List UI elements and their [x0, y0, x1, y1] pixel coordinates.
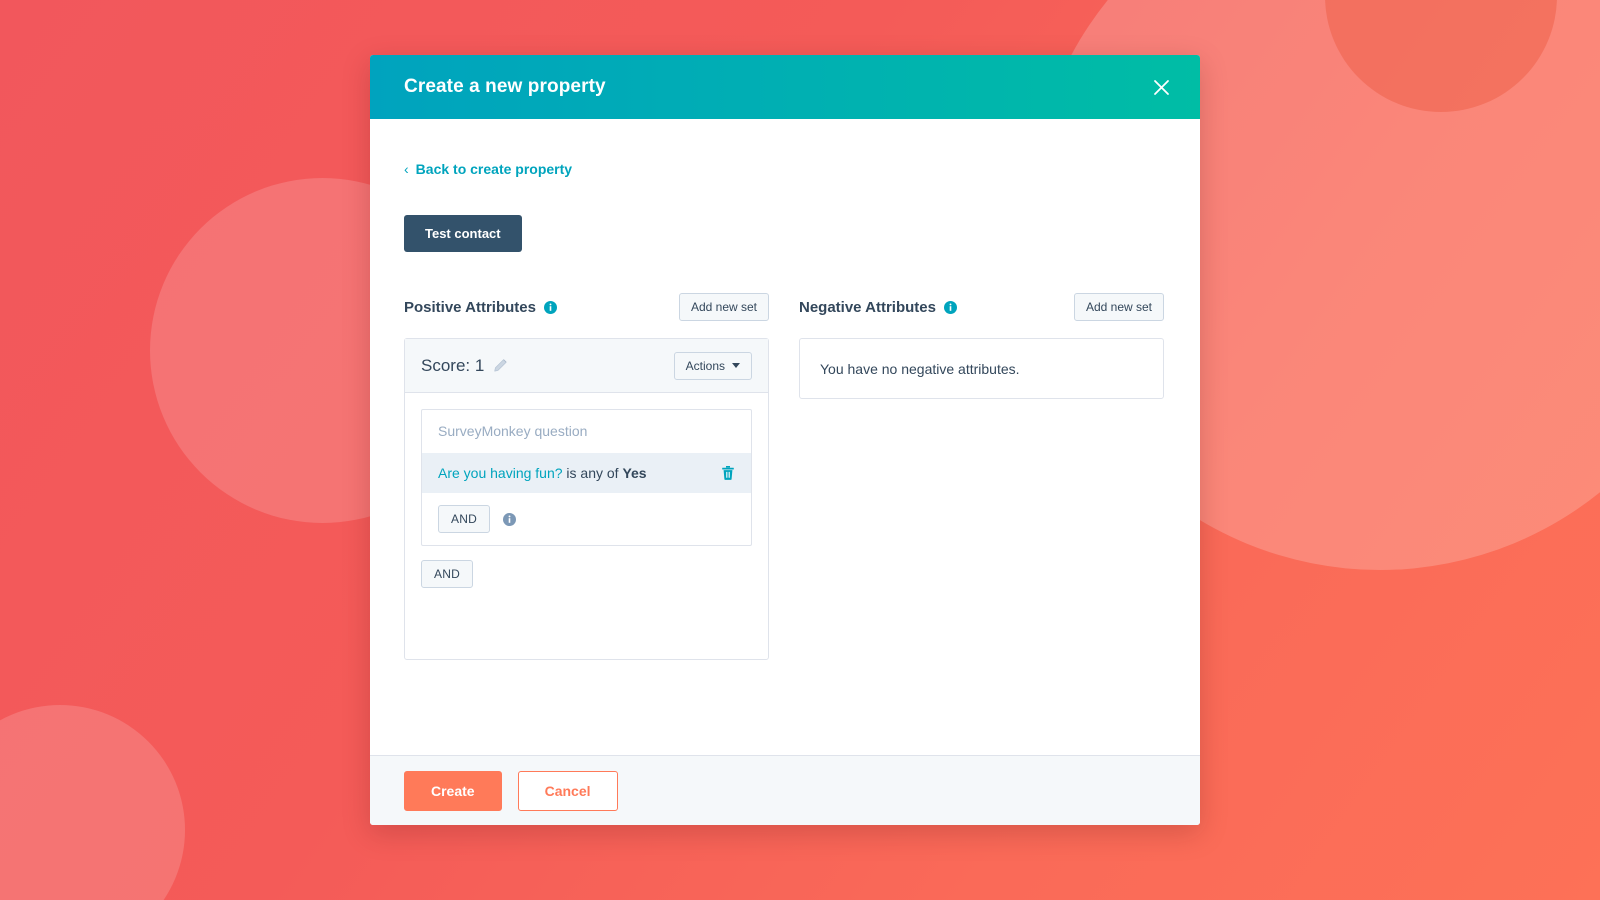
chevron-left-icon: ‹	[404, 161, 409, 177]
positive-attributes-column: Positive Attributes Add new set Score: 1…	[404, 292, 769, 660]
create-property-modal: Create a new property ‹ Back to create p…	[370, 55, 1200, 825]
positive-score-panel: Score: 1 Actions SurveyMonkey question A…	[404, 338, 769, 660]
negative-empty-message: You have no negative attributes.	[820, 360, 1020, 377]
negative-attributes-title: Negative Attributes	[799, 298, 936, 316]
positive-attributes-title-group: Positive Attributes	[404, 299, 557, 316]
filter-criterion-row[interactable]: Are you having fun? is any of Yes	[422, 453, 751, 493]
attributes-columns: Positive Attributes Add new set Score: 1…	[404, 292, 1166, 660]
add-new-set-button-positive[interactable]: Add new set	[678, 292, 769, 322]
filter-value-label: Yes	[622, 465, 647, 481]
modal-header: Create a new property	[370, 55, 1200, 119]
back-link-label: Back to create property	[415, 161, 573, 177]
score-panel-header: Score: 1 Actions	[405, 339, 768, 393]
modal-title: Create a new property	[404, 76, 606, 97]
filter-question-label: Are you having fun?	[438, 465, 563, 481]
pencil-icon[interactable]	[493, 358, 508, 373]
positive-attributes-title: Positive Attributes	[404, 298, 536, 316]
background-circle-left-small	[0, 705, 185, 900]
chevron-down-icon	[732, 363, 740, 368]
score-label-group: Score: 1	[421, 356, 508, 376]
positive-column-header: Positive Attributes Add new set	[404, 292, 769, 322]
info-icon[interactable]	[502, 512, 516, 526]
filter-group: SurveyMonkey question Are you having fun…	[421, 409, 752, 546]
negative-attributes-column: Negative Attributes Add new set You have…	[799, 292, 1164, 660]
score-panel-body: SurveyMonkey question Are you having fun…	[405, 393, 768, 604]
negative-attributes-title-group: Negative Attributes	[799, 299, 957, 316]
filter-group-footer: AND	[422, 493, 751, 545]
close-icon[interactable]	[1146, 72, 1176, 102]
actions-button-label: Actions	[685, 358, 725, 373]
modal-footer: Create Cancel	[370, 755, 1200, 825]
outer-and-wrapper: AND	[421, 560, 752, 588]
info-icon[interactable]	[543, 300, 557, 314]
modal-body: ‹ Back to create property Test contact P…	[370, 119, 1200, 755]
negative-column-header: Negative Attributes Add new set	[799, 292, 1164, 322]
trash-icon[interactable]	[721, 465, 735, 481]
back-to-create-property-link[interactable]: ‹ Back to create property	[404, 161, 572, 177]
filter-source-label: SurveyMonkey question	[438, 423, 588, 439]
test-contact-button[interactable]: Test contact	[404, 215, 522, 252]
outer-and-button[interactable]: AND	[421, 560, 473, 588]
cancel-button[interactable]: Cancel	[517, 770, 618, 811]
actions-dropdown-button[interactable]: Actions	[673, 351, 752, 380]
inner-and-button[interactable]: AND	[438, 505, 490, 533]
add-new-set-button-negative[interactable]: Add new set	[1073, 292, 1164, 322]
filter-operator-label: is any of	[566, 465, 619, 481]
score-label: Score: 1	[421, 355, 485, 375]
filter-criterion-text: Are you having fun? is any of Yes	[438, 465, 647, 481]
negative-empty-panel: You have no negative attributes.	[799, 338, 1164, 399]
info-icon[interactable]	[943, 300, 957, 314]
create-button[interactable]: Create	[404, 770, 502, 811]
